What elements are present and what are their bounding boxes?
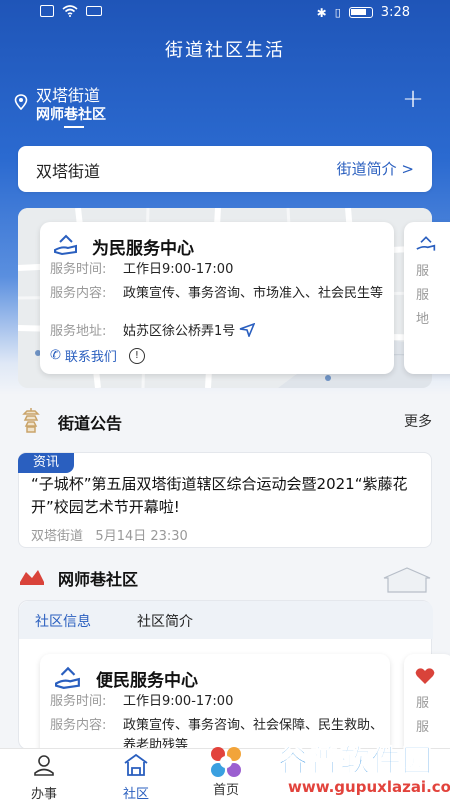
service-address-row: 服务地址: 姑苏区徐公桥弄1号 — [50, 322, 385, 342]
tab-services[interactable]: 办事 — [14, 753, 74, 800]
location-pin-icon — [14, 94, 28, 110]
service-hand-icon — [55, 666, 80, 689]
next-service-card[interactable]: 服 服 地 — [404, 222, 450, 374]
notice-section-header: 街道公告 更多 — [18, 406, 432, 436]
service-hours: 工作日9:00-17:00 — [123, 262, 234, 277]
wifi-icon — [62, 5, 78, 17]
street-intro-link[interactable]: 街道简介 > — [337, 158, 414, 179]
peek-label: 地 — [416, 312, 430, 327]
info-icon[interactable]: ! — [128, 347, 145, 364]
street-bar: 双塔街道 街道简介 > — [18, 146, 432, 192]
service-content-row: 服务内容: 政策宣传、事务咨询、市场准入、社会民生等 — [50, 284, 385, 304]
community-hours-row: 服务时间: 工作日9:00-17:00 — [50, 692, 385, 712]
community-hours-label: 服务时间: — [50, 694, 107, 709]
service-address-text: 姑苏区徐公桥弄1号 — [123, 324, 236, 339]
community-section-header: 网师巷社区 — [18, 562, 432, 593]
service-content: 政策宣传、事务咨询、市场准入、社会民生等 — [123, 286, 384, 301]
service-hours-label: 服务时间: — [50, 262, 107, 277]
heart-icon — [415, 668, 435, 684]
tab-community-intro[interactable]: 社区简介 — [137, 611, 193, 631]
notification-icon — [86, 6, 102, 16]
watermark-logo-icon — [211, 747, 241, 777]
peek-label: 服 — [416, 288, 430, 303]
navigate-icon[interactable] — [239, 322, 256, 339]
community-section-title: 网师巷社区 — [58, 570, 139, 589]
battery-icon — [348, 7, 373, 18]
sim-icon — [40, 5, 54, 17]
service-hours-row: 服务时间: 工作日9:00-17:00 — [50, 260, 385, 280]
watermark-text: 谷普软件园 — [278, 744, 433, 780]
service-center-title: 为民服务中心 — [92, 239, 194, 259]
notice-text: “子城杯”第五届双塔街道辖区综合运动会暨2021“紫藤花开”校园艺术节开幕啦! — [31, 475, 408, 516]
community-service-title: 便民服务中心 — [96, 671, 198, 691]
notice-meta: 双塔街道 5月14日 23:30 — [31, 525, 188, 544]
phone-icon: ✆ — [50, 348, 61, 363]
watermark: 谷普软件园 www.gupuxlazai.com — [206, 736, 450, 800]
notice-time: 5月14日 23:30 — [95, 529, 188, 544]
status-bar: ✱ ▯ 3:28 — [0, 0, 450, 26]
service-center-card[interactable]: 为民服务中心 服务时间: 工作日9:00-17:00 服务内容: 政策宣传、事务咨询… — [40, 222, 394, 374]
tab-community-label: 社区 — [122, 787, 149, 800]
active-underline — [64, 126, 84, 128]
notice-more-link[interactable]: 更多 — [404, 411, 432, 431]
pagoda-icon — [22, 408, 40, 433]
community-hours: 工作日9:00-17:00 — [123, 694, 234, 709]
peek-label: 服 — [416, 264, 430, 279]
service-content-label: 服务内容: — [50, 286, 107, 301]
community-tabs: 社区信息 社区简介 — [19, 601, 433, 639]
service-address: 姑苏区徐公桥弄1号 — [123, 322, 385, 342]
notice-source: 双塔街道 — [31, 529, 84, 544]
notice-tag: 资讯 — [18, 453, 74, 473]
tab-community-info[interactable]: 社区信息 — [35, 611, 91, 631]
roof-decoration-icon — [383, 567, 431, 593]
tab-services-label: 办事 — [30, 787, 57, 800]
bluetooth-icon: ✱ — [316, 5, 327, 20]
page-title: 街道社区生活 — [165, 40, 285, 61]
community-logo-icon — [20, 570, 44, 585]
watermark-url: www.gupuxlazai.com — [288, 778, 450, 796]
community-content-label: 服务内容: — [50, 718, 107, 733]
location-street: 双塔街道 — [36, 86, 101, 105]
service-hand-icon — [416, 236, 436, 251]
peek-label: 服 — [416, 720, 430, 735]
tab-community[interactable]: 社区 — [106, 753, 166, 800]
community-icon — [124, 753, 148, 776]
services-icon — [34, 755, 54, 776]
status-time: 3:28 — [380, 5, 410, 20]
location-community: 网师巷社区 — [36, 107, 106, 123]
service-hand-icon — [54, 234, 77, 256]
peek-label: 服 — [416, 696, 430, 711]
vibrate-icon: ▯ — [334, 6, 341, 19]
contact-us-link[interactable]: ✆ 联系我们 ! — [50, 346, 145, 365]
service-address-label: 服务地址: — [50, 324, 107, 339]
street-name: 双塔街道 — [36, 162, 101, 181]
add-icon[interactable]: + — [402, 86, 424, 112]
notice-item[interactable]: 资讯 “子城杯”第五届双塔街道辖区综合运动会暨2021“紫藤花开”校园艺术节开幕… — [18, 452, 432, 548]
contact-us-label: 联系我们 — [64, 350, 117, 365]
notice-section-title: 街道公告 — [58, 414, 123, 433]
